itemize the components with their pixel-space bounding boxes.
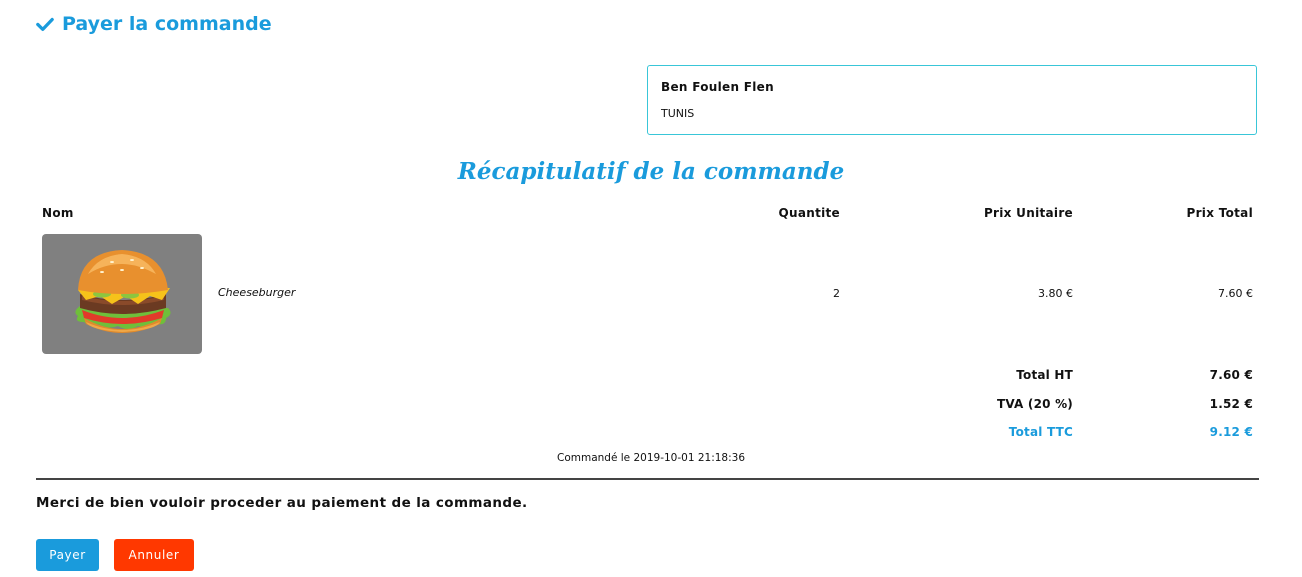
recap-title: Récapitulatif de la commande (457, 158, 845, 185)
product-unit-price: 3.80 € (1038, 287, 1073, 300)
address-box: Ben Foulen Flen TUNIS (647, 65, 1257, 135)
total-ttc-value: 9.12 € (1209, 425, 1253, 439)
payment-message: Merci de bien vouloir proceder au paieme… (36, 495, 528, 511)
cancel-button[interactable]: Annuler (114, 539, 194, 571)
column-header-nom: Nom (42, 206, 74, 220)
total-ttc-label: Total TTC (1008, 425, 1073, 439)
product-name: Cheeseburger (218, 286, 296, 299)
customer-name: Ben Foulen Flen (661, 80, 774, 94)
product-total-price: 7.60 € (1218, 287, 1253, 300)
pay-button[interactable]: Payer (36, 539, 99, 571)
check-icon (36, 15, 54, 33)
total-ht-value: 7.60 € (1209, 368, 1253, 382)
divider (36, 478, 1259, 480)
tva-value: 1.52 € (1209, 397, 1253, 411)
cheeseburger-image (42, 234, 202, 354)
page-title-text: Payer la commande (62, 13, 272, 35)
page-title: Payer la commande (36, 11, 272, 37)
column-header-prix-unitaire: Prix Unitaire (983, 206, 1073, 220)
column-header-prix-total: Prix Total (1186, 206, 1253, 220)
tva-label: TVA (20 %) (997, 397, 1073, 411)
product-quantity: 2 (833, 287, 840, 300)
total-ht-label: Total HT (1016, 368, 1073, 382)
order-date: Commandé le 2019-10-01 21:18:36 (557, 452, 745, 464)
customer-city: TUNIS (661, 107, 695, 120)
column-header-quantite: Quantite (778, 206, 840, 220)
